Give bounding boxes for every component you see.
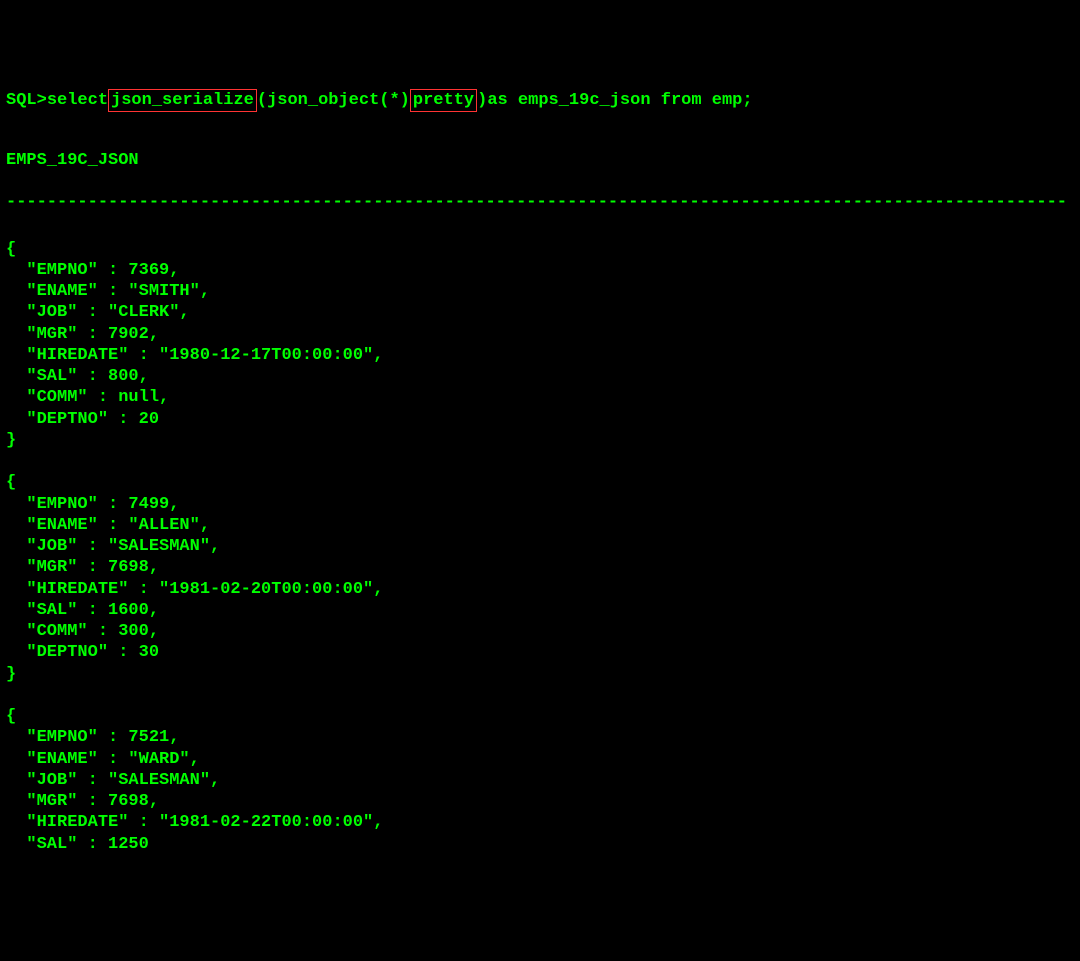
sql-prompt: SQL> <box>6 90 47 111</box>
highlight-pretty: pretty <box>410 89 477 112</box>
sql-prompt-line: SQL> select json_serialize(json_object(*… <box>6 89 1074 112</box>
keyword-select: select <box>47 90 108 111</box>
json-output: { "EMPNO" : 7369, "ENAME" : "SMITH", "JO… <box>6 239 1074 855</box>
open-paren: ( <box>257 90 267 111</box>
alias-clause: as emps_19c_json from emp; <box>487 90 752 111</box>
close-paren: ) <box>477 90 487 111</box>
column-header: EMPS_19C_JSON <box>6 150 1074 171</box>
json-object-call: json_object(*) <box>267 90 410 111</box>
highlight-json-serialize: json_serialize <box>108 89 257 112</box>
header-divider: ----------------------------------------… <box>6 192 1074 213</box>
